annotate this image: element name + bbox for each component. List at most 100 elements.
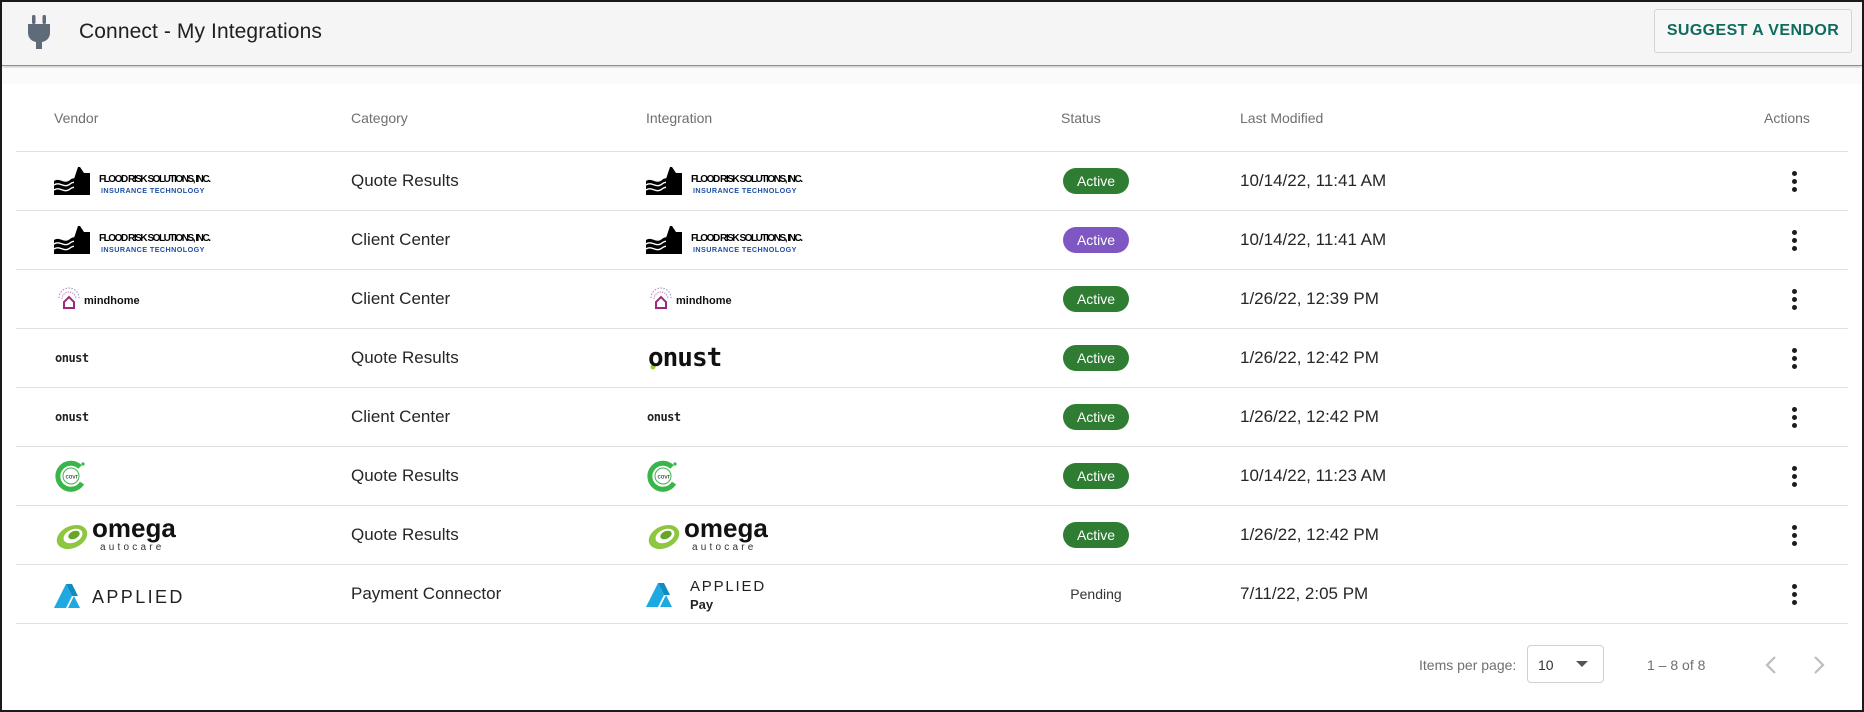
- status-cell: Active: [1048, 329, 1144, 387]
- table-row[interactable]: FLOOD RISK SOLUTIONS, INC. INSURANCE TEC…: [16, 152, 1848, 211]
- category-cell: Payment Connector: [351, 565, 501, 623]
- actions-cell: [1782, 388, 1806, 446]
- table-row[interactable]: omega autocare Quote Results omega autoc…: [16, 506, 1848, 565]
- onust-logo: onust: [648, 343, 722, 373]
- category-text: Client Center: [351, 407, 451, 426]
- svg-text:FLOOD RISK SOLUTIONS, INC.: FLOOD RISK SOLUTIONS, INC.: [691, 233, 803, 244]
- omega-autocare-logo: omega autocare: [56, 515, 176, 553]
- more-vert-icon[interactable]: [1782, 228, 1806, 252]
- svg-text:Pay: Pay: [690, 597, 714, 612]
- category-cell: Client Center: [351, 270, 450, 328]
- category-cell: Quote Results: [351, 506, 459, 564]
- more-vert-icon[interactable]: [1782, 582, 1806, 606]
- status-cell: Active: [1048, 270, 1144, 328]
- mindhome-logo: mindhome: [650, 287, 732, 309]
- chevron-right-icon: [1814, 656, 1825, 674]
- status-cell: Active: [1048, 388, 1144, 446]
- page-range-label: 1 – 8 of 8: [1647, 657, 1706, 673]
- onust-logo: onust: [55, 410, 89, 424]
- items-per-page-select[interactable]: 10: [1527, 645, 1604, 683]
- last-modified-cell: 7/11/22, 2:05 PM: [1240, 565, 1368, 623]
- last-modified-cell: 1/26/22, 12:42 PM: [1240, 388, 1379, 446]
- flood-risk-logo: FLOOD RISK SOLUTIONS, INC. INSURANCE TEC…: [54, 167, 211, 195]
- covr-logo: covr: [55, 460, 85, 492]
- flood-risk-logo: FLOOD RISK SOLUTIONS, INC. INSURANCE TEC…: [646, 226, 803, 254]
- svg-text:APPLIED: APPLIED: [690, 578, 766, 595]
- flood-risk-logo: FLOOD RISK SOLUTIONS, INC. INSURANCE TEC…: [54, 226, 211, 254]
- mindhome-logo: mindhome: [58, 287, 140, 309]
- more-vert-icon[interactable]: [1782, 464, 1806, 488]
- svg-text:omega: omega: [92, 515, 176, 543]
- vendor-cell: onust: [54, 388, 98, 446]
- more-vert-icon[interactable]: [1782, 169, 1806, 193]
- last-modified-cell: 1/26/22, 12:42 PM: [1240, 329, 1379, 387]
- paginator: Items per page: 10 1 – 8 of 8: [2, 642, 1862, 688]
- svg-text:INSURANCE TECHNOLOGY: INSURANCE TECHNOLOGY: [101, 186, 205, 195]
- last-modified-cell: 1/26/22, 12:42 PM: [1240, 506, 1379, 564]
- table-row[interactable]: onust Quote Results onust Active 1/26/22…: [16, 329, 1848, 388]
- svg-text:omega: omega: [684, 515, 768, 543]
- category-cell: Client Center: [351, 211, 450, 269]
- next-page-button[interactable]: [1805, 651, 1833, 679]
- category-cell: Quote Results: [351, 152, 459, 210]
- status-badge: Pending: [1070, 586, 1122, 602]
- more-vert-icon[interactable]: [1782, 346, 1806, 370]
- status-cell: Active: [1048, 447, 1144, 505]
- status-badge: Active: [1062, 522, 1130, 548]
- actions-cell: [1782, 506, 1806, 564]
- integration-cell: mindhome: [646, 270, 736, 328]
- actions-cell: [1782, 447, 1806, 505]
- last-modified-text: 10/14/22, 11:41 AM: [1240, 171, 1387, 190]
- svg-text:FLOOD RISK SOLUTIONS, INC.: FLOOD RISK SOLUTIONS, INC.: [99, 233, 211, 244]
- last-modified-text: 10/14/22, 11:23 AM: [1240, 466, 1387, 485]
- vendor-cell: mindhome: [54, 270, 144, 328]
- app-window: Connect - My Integrations SUGGEST A VEND…: [0, 0, 1864, 712]
- last-modified-text: 1/26/22, 12:39 PM: [1240, 289, 1379, 308]
- table-row[interactable]: mindhome Client Center mindhome Active 1…: [16, 270, 1848, 329]
- more-vert-icon[interactable]: [1782, 523, 1806, 547]
- status-cell: Active: [1048, 506, 1144, 564]
- previous-page-button[interactable]: [1757, 651, 1785, 679]
- actions-cell: [1782, 565, 1806, 623]
- category-text: Payment Connector: [351, 584, 502, 603]
- table-row[interactable]: FLOOD RISK SOLUTIONS, INC. INSURANCE TEC…: [16, 211, 1848, 270]
- column-header-actions: Actions: [1764, 110, 1810, 126]
- category-text: Quote Results: [351, 466, 459, 485]
- vendor-cell: omega autocare: [54, 506, 184, 564]
- status-badge: Active: [1062, 286, 1130, 312]
- svg-text:autocare: autocare: [100, 542, 165, 553]
- last-modified-cell: 10/14/22, 11:23 AM: [1240, 447, 1386, 505]
- vendor-cell: FLOOD RISK SOLUTIONS, INC. INSURANCE TEC…: [54, 152, 214, 210]
- integration-cell: onust: [646, 329, 742, 387]
- column-header-vendor[interactable]: Vendor: [54, 110, 98, 126]
- column-header-status[interactable]: Status: [1061, 110, 1101, 126]
- category-cell: Client Center: [351, 388, 450, 446]
- integration-cell: FLOOD RISK SOLUTIONS, INC. INSURANCE TEC…: [646, 152, 806, 210]
- more-vert-icon[interactable]: [1782, 287, 1806, 311]
- more-vert-icon[interactable]: [1782, 405, 1806, 429]
- svg-text:onust: onust: [647, 410, 681, 424]
- table-row[interactable]: APPLIED Payment Connector APPLIED Pay Pe…: [16, 565, 1848, 624]
- svg-text:mindhome: mindhome: [84, 295, 140, 307]
- actions-cell: [1782, 329, 1806, 387]
- integration-cell: omega autocare: [646, 506, 776, 564]
- column-header-last-modified[interactable]: Last Modified: [1240, 110, 1323, 126]
- svg-text:autocare: autocare: [692, 542, 757, 553]
- column-header-integration[interactable]: Integration: [646, 110, 712, 126]
- svg-text:covr: covr: [66, 474, 79, 481]
- status-cell: Pending: [1048, 565, 1144, 623]
- svg-text:covr: covr: [658, 474, 671, 481]
- svg-text:mindhome: mindhome: [676, 295, 732, 307]
- flood-risk-logo: FLOOD RISK SOLUTIONS, INC. INSURANCE TEC…: [646, 167, 803, 195]
- actions-cell: [1782, 152, 1806, 210]
- integrations-table: Vendor Category Integration Status Last …: [16, 84, 1848, 624]
- table-row[interactable]: covr Quote Results covr Active 10/14/22,…: [16, 447, 1848, 506]
- applied-logo: APPLIED: [54, 584, 182, 608]
- integration-cell: FLOOD RISK SOLUTIONS, INC. INSURANCE TEC…: [646, 211, 806, 269]
- svg-text:onust: onust: [648, 343, 721, 373]
- svg-text:INSURANCE TECHNOLOGY: INSURANCE TECHNOLOGY: [693, 245, 797, 254]
- column-header-category[interactable]: Category: [351, 110, 408, 126]
- app-header: Connect - My Integrations SUGGEST A VEND…: [2, 2, 1862, 66]
- suggest-vendor-button[interactable]: SUGGEST A VENDOR: [1654, 9, 1852, 53]
- table-row[interactable]: onust Client Center onust Active 1/26/22…: [16, 388, 1848, 447]
